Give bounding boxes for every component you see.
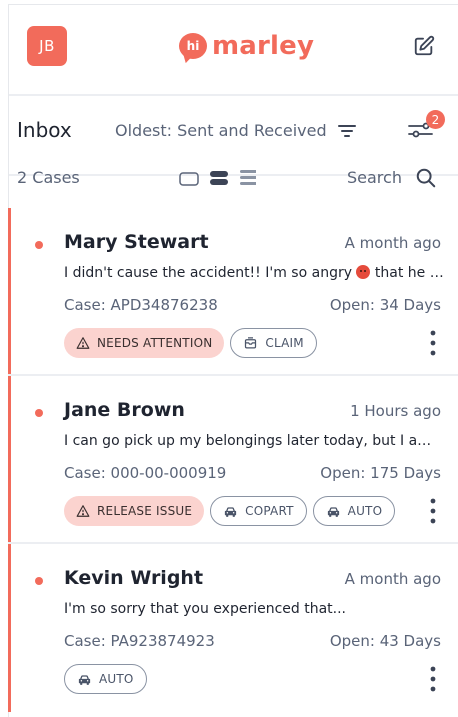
cases-count: 2 Cases — [17, 168, 80, 187]
tag-release-issue[interactable]: RELEASE ISSUE — [64, 496, 205, 526]
case-number: Case: PA923874923 — [64, 632, 215, 650]
more-options-icon[interactable] — [428, 328, 438, 358]
tag-copart[interactable]: COPART — [210, 496, 307, 526]
warning-icon — [76, 505, 90, 517]
car-icon — [78, 674, 91, 685]
marley-logo: hi marley — [179, 31, 314, 61]
case-customer-name: Jane Brown — [64, 399, 185, 421]
case-card[interactable]: Kevin Wright A month ago I'm so sorry th… — [8, 544, 458, 712]
user-avatar[interactable]: JB — [27, 26, 67, 66]
tag-auto[interactable]: AUTO — [64, 664, 147, 694]
case-open-days: Open: 175 Days — [320, 464, 441, 482]
envelope-icon — [245, 336, 257, 348]
view-density-toggle[interactable] — [170, 168, 256, 188]
case-message-preview: I didn't cause the accident!! I'm so ang… — [64, 265, 444, 281]
case-number: Case: APD34876238 — [64, 296, 218, 314]
unread-dot — [35, 577, 43, 585]
search-label[interactable]: Search — [347, 168, 402, 187]
case-time: A month ago — [344, 234, 441, 252]
sort-dropdown[interactable]: Oldest: Sent and Received — [115, 121, 327, 140]
angry-emoji-icon — [356, 265, 371, 279]
case-number: Case: 000-00-000919 — [64, 464, 227, 482]
more-options-icon[interactable] — [428, 496, 438, 526]
case-card[interactable]: Mary Stewart A month ago I didn't cause … — [8, 208, 458, 376]
app-header: JB hi marley — [9, 5, 458, 96]
case-open-days: Open: 34 Days — [329, 296, 441, 314]
case-card[interactable]: Jane Brown 1 Hours ago I can go pick up … — [8, 376, 458, 544]
view-comfortable-icon — [179, 172, 199, 186]
case-list: Mary Stewart A month ago I didn't cause … — [8, 208, 458, 712]
case-message-preview: I can go pick up my belongings later tod… — [64, 433, 444, 449]
warning-icon — [76, 337, 90, 349]
case-message-preview: I'm so sorry that you experienced that..… — [64, 601, 347, 617]
case-tags: AUTO — [64, 664, 147, 694]
unread-dot — [35, 241, 43, 249]
tag-needs-attention[interactable]: NEEDS ATTENTION — [64, 328, 225, 358]
case-time: A month ago — [344, 570, 441, 588]
tag-auto[interactable]: AUTO — [312, 496, 396, 526]
car-icon — [225, 506, 237, 517]
search-icon[interactable] — [415, 167, 437, 189]
case-customer-name: Kevin Wright — [64, 567, 204, 589]
view-compact-icon — [240, 170, 256, 173]
unread-dot — [35, 409, 43, 417]
case-tags: RELEASE ISSUE COPART AUTO — [64, 496, 396, 526]
case-customer-name: Mary Stewart — [64, 231, 209, 253]
inbox-title: Inbox — [17, 118, 72, 142]
car-icon — [327, 506, 339, 517]
filter-button[interactable]: 2 — [406, 110, 445, 146]
more-options-icon[interactable] — [428, 664, 438, 694]
logo-bubble-icon: hi — [179, 33, 207, 59]
sort-icon[interactable] — [337, 121, 357, 141]
case-tags: NEEDS ATTENTION CLAIM — [64, 328, 317, 358]
filter-count-badge: 2 — [426, 110, 445, 129]
case-time: 1 Hours ago — [350, 402, 441, 420]
logo-text: marley — [212, 31, 315, 61]
view-default-icon — [210, 171, 228, 177]
case-open-days: Open: 43 Days — [329, 632, 441, 650]
tag-claim[interactable]: CLAIM — [230, 328, 317, 358]
compose-icon[interactable] — [413, 35, 435, 57]
